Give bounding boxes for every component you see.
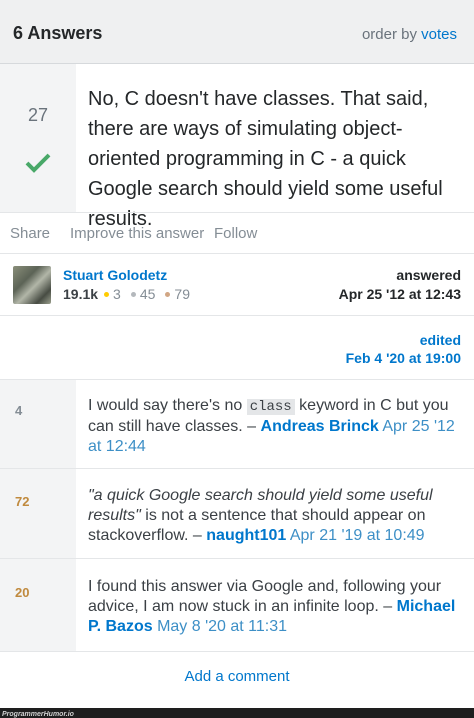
comment-score-column bbox=[0, 380, 76, 468]
comment-item: 4 I would say there's no class keyword i… bbox=[0, 380, 474, 469]
watermark-bar: ProgrammerHumor.io bbox=[0, 708, 474, 718]
comment-text: I found this answer via Google and, foll… bbox=[88, 578, 442, 615]
edited-link[interactable]: edited bbox=[420, 332, 461, 348]
sort-votes-link[interactable]: votes bbox=[421, 26, 457, 43]
accepted-check-icon bbox=[25, 153, 51, 173]
comment-score-column bbox=[0, 559, 76, 651]
comment-score: 4 bbox=[15, 403, 23, 418]
watermark: ProgrammerHumor.io bbox=[2, 711, 74, 718]
comment-code: class bbox=[246, 399, 295, 415]
answer-actions: Share Improve this answer Follow bbox=[0, 212, 474, 254]
sort-order[interactable]: order by votes bbox=[362, 26, 457, 43]
author-name[interactable]: Stuart Golodetz bbox=[63, 267, 167, 283]
comment-text: I would say there's no bbox=[88, 397, 243, 414]
comment-user-link[interactable]: Andreas Brinck bbox=[261, 418, 379, 435]
author-card: Stuart Golodetz 19.1k 3 45 79 answered Apr … bbox=[0, 254, 474, 316]
answer-count: 6 Answers bbox=[13, 23, 103, 43]
avatar[interactable] bbox=[13, 266, 51, 304]
reputation-line: 19.1k 3 45 79 bbox=[63, 286, 190, 302]
comment-user-link[interactable]: naught101 bbox=[206, 527, 286, 544]
comment-date-link[interactable]: May 8 '20 at 11:31 bbox=[157, 618, 287, 635]
comment-date-link[interactable]: Apr 21 '19 at 10:49 bbox=[290, 527, 425, 544]
comment-body: "a quick Google search should yield some… bbox=[88, 486, 458, 546]
comment-item: 72 "a quick Google search should yield s… bbox=[0, 469, 474, 559]
comment-score: 72 bbox=[15, 494, 30, 509]
comment-body: I would say there's no class keyword in … bbox=[88, 396, 458, 457]
add-comment-link[interactable]: Add a comment bbox=[184, 668, 289, 685]
answered-label: answered bbox=[396, 267, 461, 283]
bronze-badge-icon bbox=[165, 291, 171, 297]
improve-answer-link[interactable]: Improve this answer bbox=[70, 225, 204, 242]
comment-score: 20 bbox=[15, 585, 30, 600]
answers-header: 6 Answers order by votes bbox=[0, 0, 474, 64]
vote-score: 27 bbox=[27, 105, 49, 125]
edited-date[interactable]: Feb 4 '20 at 19:00 bbox=[346, 350, 461, 366]
add-comment-row: Add a comment bbox=[0, 652, 474, 698]
reputation-score: 19.1k bbox=[63, 286, 99, 302]
share-link[interactable]: Share bbox=[10, 225, 50, 242]
gold-badge-count: 3 bbox=[113, 286, 121, 302]
comment-body: I found this answer via Google and, foll… bbox=[88, 577, 458, 637]
comment-score-column bbox=[0, 469, 76, 558]
gold-badge-icon bbox=[104, 291, 110, 297]
bronze-badge-count: 79 bbox=[174, 286, 190, 302]
comment-item: 20 I found this answer via Google and, f… bbox=[0, 559, 474, 652]
sort-label: order by bbox=[361, 26, 417, 43]
edit-info: edited Feb 4 '20 at 19:00 bbox=[0, 316, 474, 380]
silver-badge-count: 45 bbox=[139, 286, 156, 302]
vote-column: 27 bbox=[0, 64, 76, 212]
silver-badge-icon bbox=[130, 291, 136, 297]
follow-link[interactable]: Follow bbox=[214, 225, 257, 242]
answered-date: Apr 25 '12 at 12:43 bbox=[338, 286, 461, 302]
